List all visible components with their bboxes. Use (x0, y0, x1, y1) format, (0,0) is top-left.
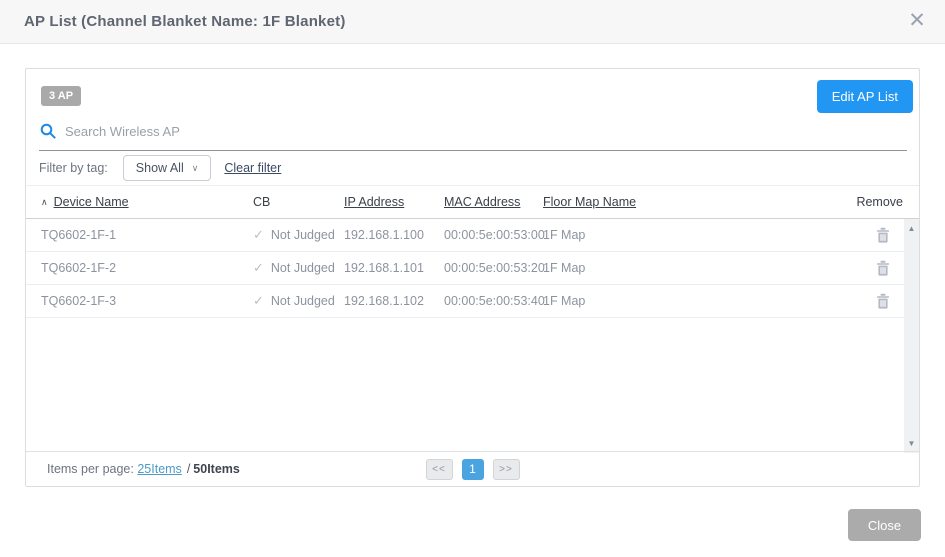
cb-status-cell: ✓ Not Judged (253, 260, 335, 275)
trash-icon[interactable] (876, 260, 890, 276)
pagination-bar: Items per page: 25Items /50Items << 1 >> (26, 451, 919, 486)
items-per-page: Items per page: 25Items /50Items (47, 462, 240, 476)
search-bar (39, 116, 907, 151)
sort-asc-icon: ∧ (41, 196, 48, 207)
column-header-mac-address[interactable]: MAC Address (444, 195, 543, 209)
device-name-cell: TQ6602-1F-1 (41, 228, 117, 242)
filter-by-tag-label: Filter by tag: (39, 161, 108, 175)
items-per-page-max: 50Items (193, 462, 240, 476)
check-icon: ✓ (253, 260, 264, 275)
mac-address-cell: 00:00:5e:00:53:00 (444, 228, 545, 242)
remove-cell (733, 293, 904, 309)
panel-toolbar: 3 AP Edit AP List (26, 69, 919, 116)
column-header-ip-address[interactable]: IP Address (344, 195, 444, 209)
check-icon: ✓ (253, 293, 264, 308)
modal-title: AP List (Channel Blanket Name: 1F Blanke… (24, 13, 346, 30)
edit-ap-list-button[interactable]: Edit AP List (816, 80, 913, 113)
items-per-page-separator: / (186, 462, 191, 476)
ip-address-cell: 192.168.1.100 (344, 228, 424, 242)
column-header-remove: Remove (856, 195, 903, 209)
chevron-down-icon: ∨ (191, 162, 199, 173)
check-icon: ✓ (253, 227, 264, 242)
ap-list-panel: 3 AP Edit AP List Filter by tag: Show Al… (25, 68, 920, 487)
close-button[interactable]: Close (848, 509, 921, 541)
close-icon[interactable]: ✕ (902, 6, 932, 36)
remove-cell (733, 260, 904, 276)
ap-count-badge: 3 AP (41, 86, 82, 106)
column-header-device-name[interactable]: ∧ Device Name (41, 195, 253, 209)
device-name-cell: TQ6602-1F-2 (41, 261, 117, 275)
trash-icon[interactable] (876, 227, 890, 243)
scroll-up-icon[interactable]: ▲ (904, 221, 919, 236)
floor-map-cell: 1F Map (543, 261, 586, 275)
tag-filter-dropdown[interactable]: Show All ∨ (122, 155, 212, 181)
tag-filter-value: Show All (135, 161, 184, 175)
table-row[interactable]: TQ6602-1F-2 ✓ Not Judged 192.168.1.101 0… (26, 252, 904, 285)
search-icon (40, 123, 56, 139)
items-per-page-label: Items per page: (47, 462, 134, 476)
ap-list-modal: AP List (Channel Blanket Name: 1F Blanke… (0, 0, 945, 557)
table-header-row: ∧ Device Name CB IP Address MAC Address … (26, 186, 919, 219)
ip-address-cell: 192.168.1.101 (344, 261, 424, 275)
current-page-button[interactable]: 1 (461, 458, 484, 480)
remove-cell (733, 227, 904, 243)
trash-icon[interactable] (876, 293, 890, 309)
column-header-cb: CB (253, 195, 271, 209)
search-input[interactable] (65, 123, 907, 139)
device-name-cell: TQ6602-1F-3 (41, 294, 117, 308)
floor-map-cell: 1F Map (543, 228, 586, 242)
table-body: TQ6602-1F-1 ✓ Not Judged 192.168.1.100 0… (26, 219, 904, 318)
pager: << 1 >> (425, 458, 520, 480)
filter-row: Filter by tag: Show All ∨ Clear filter (26, 151, 919, 186)
table-row[interactable]: TQ6602-1F-1 ✓ Not Judged 192.168.1.100 0… (26, 219, 904, 252)
mac-address-cell: 00:00:5e:00:53:40 (444, 294, 545, 308)
table-row[interactable]: TQ6602-1F-3 ✓ Not Judged 192.168.1.102 0… (26, 285, 904, 318)
modal-header: AP List (Channel Blanket Name: 1F Blanke… (0, 0, 945, 44)
ip-address-cell: 192.168.1.102 (344, 294, 424, 308)
items-per-page-link[interactable]: 25Items (137, 462, 181, 476)
prev-page-button[interactable]: << (425, 458, 453, 480)
mac-address-cell: 00:00:5e:00:53:20 (444, 261, 545, 275)
cb-status-cell: ✓ Not Judged (253, 227, 335, 242)
floor-map-cell: 1F Map (543, 294, 586, 308)
vertical-scrollbar[interactable]: ▲ ▼ (904, 219, 919, 453)
cb-status-cell: ✓ Not Judged (253, 293, 335, 308)
column-header-floor-map-name[interactable]: Floor Map Name (543, 195, 733, 209)
next-page-button[interactable]: >> (492, 458, 520, 480)
clear-filter-link[interactable]: Clear filter (224, 161, 281, 175)
scroll-down-icon[interactable]: ▼ (904, 436, 919, 451)
table-scroll-region: TQ6602-1F-1 ✓ Not Judged 192.168.1.100 0… (26, 219, 919, 453)
